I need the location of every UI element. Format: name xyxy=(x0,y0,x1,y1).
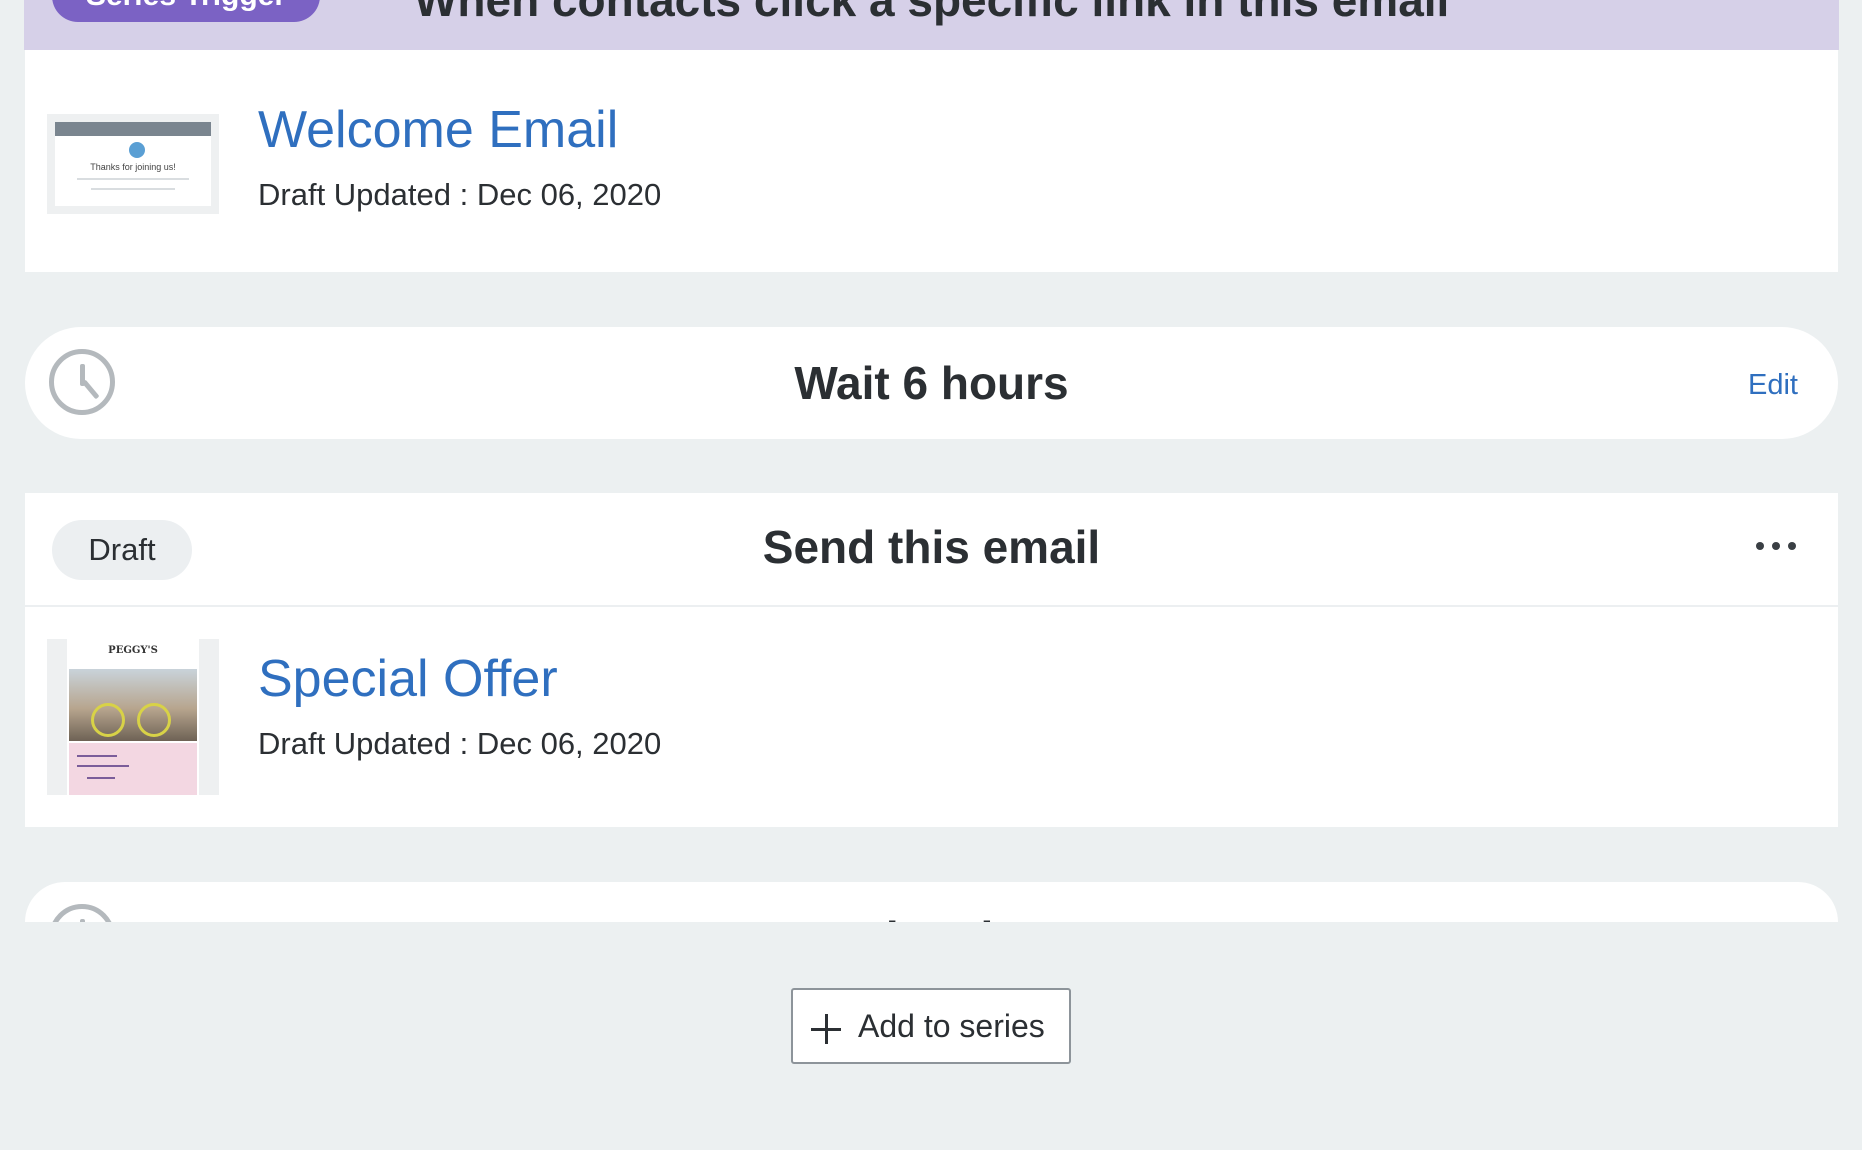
thumbnail-text-line xyxy=(77,755,117,757)
wait-step: Wait 1 day xyxy=(25,882,1838,922)
send-email-header: Draft Send this email xyxy=(25,493,1838,607)
email-thumbnail-preview: PEGGY'S xyxy=(67,639,199,795)
thumbnail-promo-panel xyxy=(69,743,197,795)
bicycle-wheel-image xyxy=(91,703,125,737)
welcome-email-card: Thanks for joining us! Welcome Email Dra… xyxy=(25,50,1838,272)
email-thumbnail[interactable]: PEGGY'S xyxy=(47,639,219,795)
thumbnail-photo xyxy=(69,669,197,741)
thumbnail-title: Thanks for joining us! xyxy=(90,162,176,172)
wait-step: Wait 6 hours Edit xyxy=(25,327,1838,439)
series-trigger-description: When contacts click a specific link in t… xyxy=(414,0,1450,26)
thumbnail-header-bar xyxy=(55,122,211,136)
more-horizontal-icon xyxy=(1756,542,1764,550)
thumbnail-logo-icon xyxy=(129,142,145,158)
more-options-button[interactable] xyxy=(1754,531,1798,561)
email-row[interactable]: PEGGY'S Special Offer Draft Updated : De… xyxy=(25,639,1838,819)
email-name-link[interactable]: Welcome Email xyxy=(258,98,618,162)
edit-wait-link[interactable]: Edit xyxy=(1748,367,1798,403)
send-email-card: Draft Send this email PEGGY'S Special Of… xyxy=(25,493,1838,827)
series-trigger-badge: Series Trigger xyxy=(52,0,320,22)
email-draft-updated: Draft Updated : Dec 06, 2020 xyxy=(258,177,662,212)
wait-duration-label: Wait 6 hours xyxy=(794,357,1069,409)
thumbnail-text-line xyxy=(87,777,115,779)
email-row[interactable]: Thanks for joining us! Welcome Email Dra… xyxy=(25,90,1838,270)
step-title: Send this email xyxy=(762,521,1101,573)
add-to-series-label: Add to series xyxy=(858,1008,1045,1044)
email-thumbnail[interactable]: Thanks for joining us! xyxy=(47,114,219,214)
thumbnail-text-line xyxy=(77,178,189,180)
thumbnail-text-line xyxy=(91,188,175,190)
more-horizontal-icon xyxy=(1788,542,1796,550)
thumbnail-text-line xyxy=(77,765,129,767)
thumbnail-logo: PEGGY'S xyxy=(108,645,158,656)
plus-icon xyxy=(811,1014,841,1044)
bicycle-wheel-image xyxy=(137,703,171,737)
email-thumbnail-preview: Thanks for joining us! xyxy=(55,122,211,206)
add-to-series-button[interactable]: Add to series xyxy=(791,988,1071,1064)
series-trigger-bar: Series Trigger When contacts click a spe… xyxy=(24,0,1839,50)
email-name-link[interactable]: Special Offer xyxy=(258,647,558,711)
more-horizontal-icon xyxy=(1772,542,1780,550)
email-draft-updated: Draft Updated : Dec 06, 2020 xyxy=(258,726,662,761)
wait-duration-label: Wait 1 day xyxy=(25,908,1838,922)
